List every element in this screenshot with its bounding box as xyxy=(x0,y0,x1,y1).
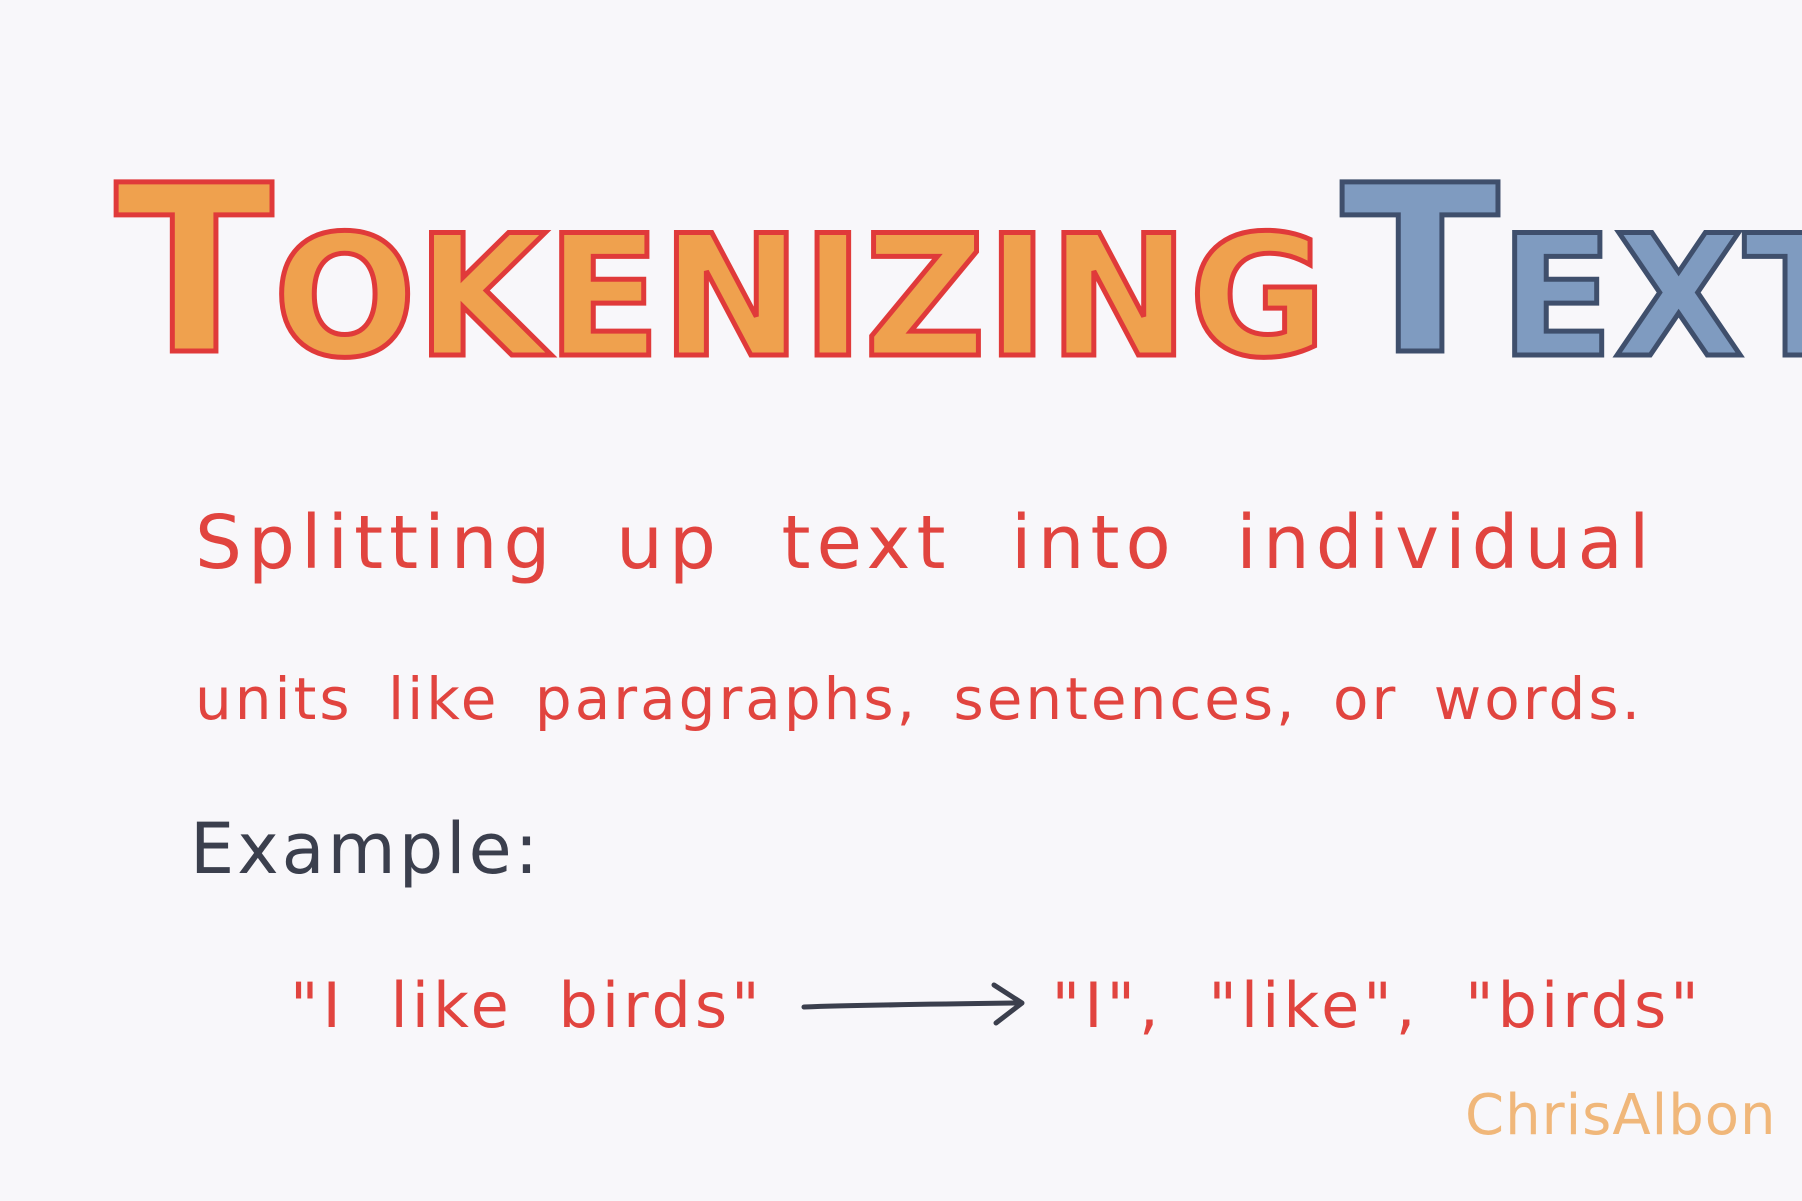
illustration-page: T OKENIZING T EXT Splitting up text into… xyxy=(0,0,1802,1201)
right-arrow-icon xyxy=(801,982,1025,1026)
title-word-text-rest: EXT xyxy=(1497,198,1802,395)
title-word-text: T EXT xyxy=(1338,136,1802,407)
title-word-tokenizing-initial: T xyxy=(112,136,275,407)
example-input-sentence: "I like birds" xyxy=(290,968,764,1042)
title-word-tokenizing: T OKENIZING xyxy=(112,136,1330,407)
example-row: "I like birds" "I", "like", "birds" xyxy=(290,955,1703,1055)
title-word-tokenizing-rest: OKENIZING xyxy=(271,198,1330,395)
example-output-tokens: "I", "like", "birds" xyxy=(1051,968,1703,1042)
example-label: Example: xyxy=(190,808,542,890)
page-title: T OKENIZING T EXT xyxy=(112,126,1802,407)
definition-line-1: Splitting up text into individual xyxy=(195,500,1656,586)
title-word-text-initial: T xyxy=(1338,136,1501,407)
definition-line-2: units like paragraphs, sentences, or wor… xyxy=(195,665,1644,733)
author-signature: ChrisAlbon xyxy=(1465,1083,1777,1148)
